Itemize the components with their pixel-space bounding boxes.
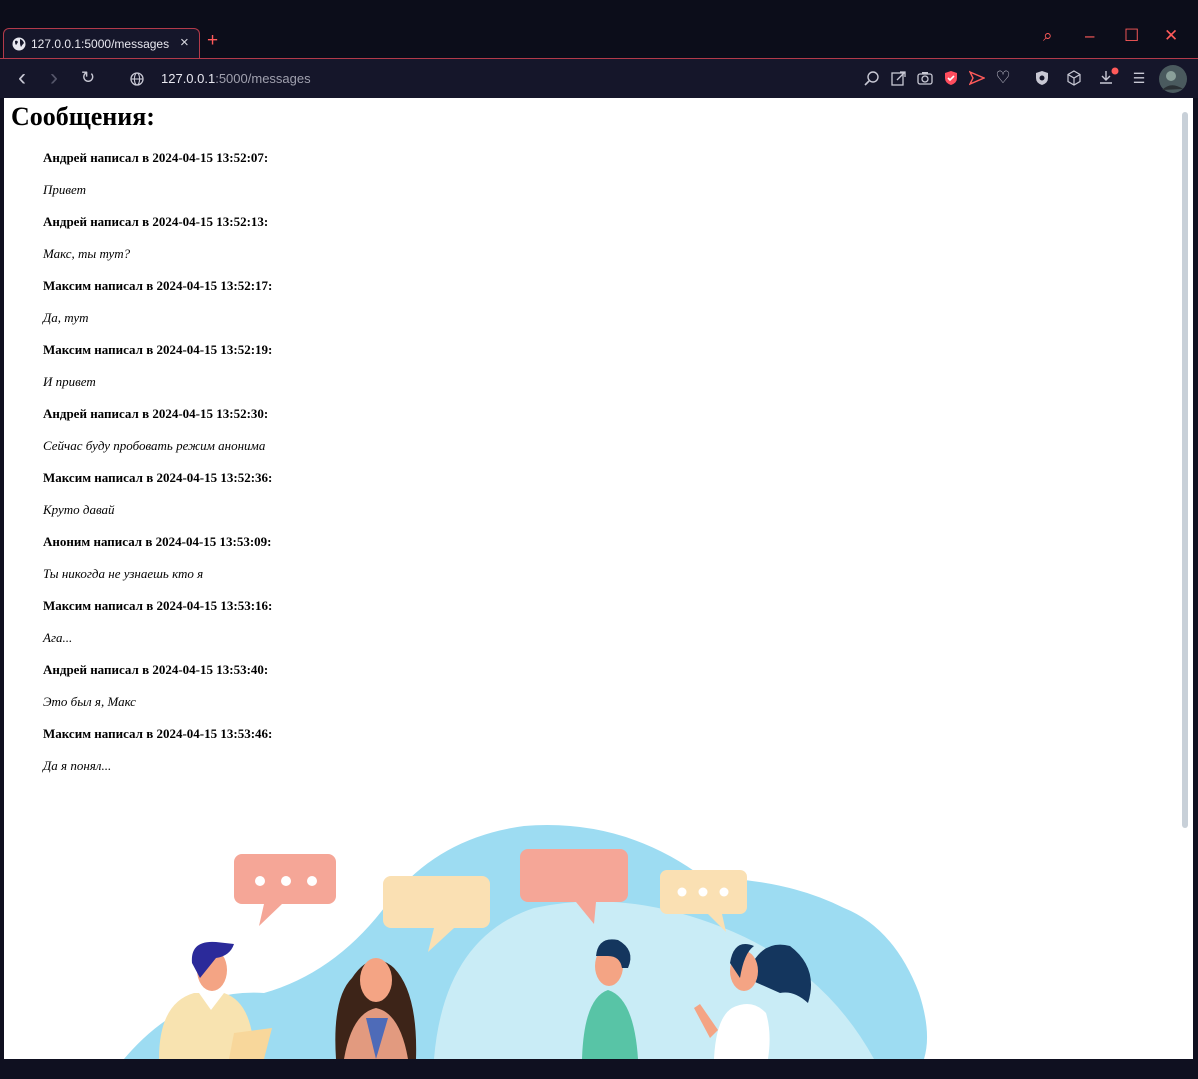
- message-text: Круто давай: [43, 502, 115, 517]
- page-title: Сообщения:: [11, 102, 155, 131]
- share-icon[interactable]: [891, 70, 907, 86]
- page-content: Сообщения: Андрей написал в 2024-04-15 1…: [4, 98, 1193, 1059]
- message-header: Андрей написал в 2024-04-15 13:52:30:: [43, 406, 269, 421]
- message-text: Сейчас буду пробовать режим анонима: [43, 438, 266, 453]
- tab-search-icon[interactable]: ⌕: [1043, 26, 1053, 46]
- title-bar: 127.0.0.1:5000/messages × + ⌕ – ☐ ✕: [0, 0, 1198, 59]
- message-header: Аноним написал в 2024-04-15 13:53:09:: [43, 534, 272, 549]
- address-bar[interactable]: 127.0.0.1:5000/messages: [161, 71, 311, 86]
- avatar[interactable]: [1159, 65, 1187, 93]
- message-text: Да, тут: [43, 310, 89, 325]
- url-host: 127.0.0.1: [161, 71, 216, 86]
- window-close-icon[interactable]: ✕: [1164, 26, 1178, 46]
- minimize-icon[interactable]: –: [1085, 26, 1094, 46]
- message-text: Привет: [43, 182, 87, 197]
- maximize-icon[interactable]: ☐: [1124, 26, 1139, 46]
- vpn-shield-icon[interactable]: [1034, 70, 1050, 86]
- message-text: Да я понял...: [43, 758, 112, 773]
- message-text: И привет: [43, 374, 96, 389]
- download-icon[interactable]: [1098, 67, 1120, 87]
- window-bottom-edge: [0, 1059, 1198, 1079]
- message-text: Это был я, Макс: [43, 694, 136, 709]
- send-icon[interactable]: [969, 70, 985, 86]
- message-header: Андрей написал в 2024-04-15 13:52:13:: [43, 214, 269, 229]
- message-list: Андрей написал в 2024-04-15 13:52:07: При…: [43, 148, 272, 788]
- message-text: Ага...: [43, 630, 73, 645]
- message-text: Ты никогда не узнаешь кто я: [43, 566, 204, 581]
- cube-icon[interactable]: [1066, 70, 1082, 86]
- globe-icon: [12, 37, 26, 51]
- camera-icon[interactable]: [917, 70, 933, 86]
- message-header: Максим написал в 2024-04-15 13:52:36:: [43, 470, 273, 485]
- adblock-shield-icon[interactable]: [943, 70, 959, 86]
- zoom-icon[interactable]: [864, 70, 880, 86]
- message-header: Максим написал в 2024-04-15 13:53:46:: [43, 726, 273, 741]
- heart-icon[interactable]: ♡: [993, 68, 1013, 88]
- reload-icon[interactable]: ↻: [78, 68, 98, 88]
- message-header: Андрей написал в 2024-04-15 13:52:07:: [43, 150, 269, 165]
- message-text: Макс, ты тут?: [43, 246, 131, 261]
- message-header: Максим написал в 2024-04-15 13:53:16:: [43, 598, 273, 613]
- url-path: :5000/messages: [215, 71, 311, 86]
- site-info-icon[interactable]: [130, 72, 144, 86]
- back-icon[interactable]: ‹: [12, 66, 32, 90]
- browser-window: 127.0.0.1:5000/messages × + ⌕ – ☐ ✕ ‹ › …: [0, 0, 1198, 1079]
- forward-icon[interactable]: ›: [44, 66, 64, 90]
- message-header: Андрей написал в 2024-04-15 13:53:40:: [43, 662, 269, 677]
- chat-people-illustration: [124, 825, 928, 1059]
- tab-title: 127.0.0.1:5000/messages: [31, 37, 170, 51]
- tab-close-icon[interactable]: ×: [180, 34, 189, 51]
- message-header: Максим написал в 2024-04-15 13:52:17:: [43, 278, 273, 293]
- navigation-toolbar: ‹ › ↻ 127.0.0.1:5000/messages ♡ ☰: [0, 58, 1198, 98]
- settings-sliders-icon[interactable]: ☰: [1129, 68, 1149, 88]
- new-tab-button[interactable]: +: [207, 30, 218, 52]
- message-header: Максим написал в 2024-04-15 13:52:19:: [43, 342, 273, 357]
- vertical-scrollbar[interactable]: [1182, 112, 1188, 828]
- tab-messages[interactable]: 127.0.0.1:5000/messages ×: [3, 28, 200, 59]
